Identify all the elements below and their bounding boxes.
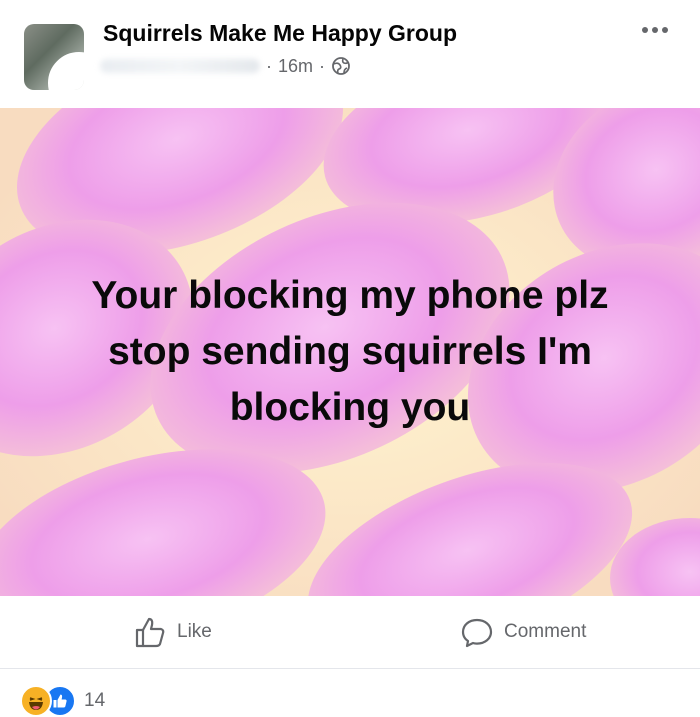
post-text-line: blocking you bbox=[229, 386, 471, 429]
post-actions-bar: Like Comment bbox=[0, 598, 700, 669]
more-options-button[interactable] bbox=[642, 24, 672, 36]
comment-label: Comment bbox=[504, 621, 587, 642]
like-button[interactable]: Like bbox=[133, 614, 212, 650]
ellipsis-icon bbox=[642, 27, 648, 33]
reaction-count[interactable]: 14 bbox=[84, 690, 105, 712]
post-text-line: stop sending squirrels I'm bbox=[108, 330, 592, 373]
facebook-post: Squirrels Make Me Happy Group · 16m · Yo… bbox=[0, 0, 700, 717]
group-name-link[interactable]: Squirrels Make Me Happy Group bbox=[103, 20, 457, 47]
like-label: Like bbox=[177, 621, 212, 642]
globe-icon[interactable] bbox=[331, 56, 351, 76]
meta-separator: · bbox=[266, 55, 272, 76]
post-text: Your blocking my phone plz stop sending … bbox=[0, 268, 700, 436]
author-name-blurred[interactable] bbox=[100, 59, 260, 73]
post-meta: · 16m · bbox=[100, 54, 351, 78]
post-text-line: Your blocking my phone plz bbox=[91, 274, 609, 317]
post-image[interactable]: Your blocking my phone plz stop sending … bbox=[0, 108, 700, 596]
thumbs-up-icon bbox=[135, 617, 165, 648]
post-timestamp[interactable]: 16m bbox=[278, 56, 313, 77]
comment-bubble-icon bbox=[461, 618, 493, 648]
comment-button[interactable]: Comment bbox=[460, 614, 586, 650]
reactions-summary[interactable]: 14 bbox=[20, 685, 105, 717]
group-avatar[interactable] bbox=[24, 24, 84, 90]
profile-avatar-overlay[interactable] bbox=[48, 52, 84, 90]
haha-reaction-icon bbox=[20, 685, 52, 717]
meta-separator: · bbox=[319, 55, 326, 76]
